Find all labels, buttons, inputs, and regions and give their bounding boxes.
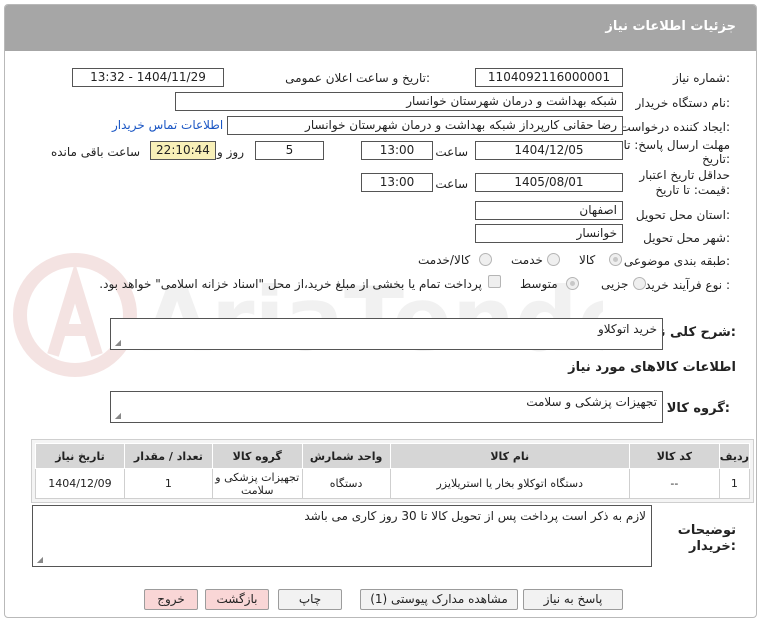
panel-header: جزئیات اطلاعات نیاز	[5, 5, 756, 51]
process-option-medium: متوسط	[520, 277, 558, 291]
view-attachments-button[interactable]: مشاهده مدارک پیوستی (1)	[360, 589, 518, 610]
goods-section-title: اطلاعات کالاهای مورد نیاز	[568, 360, 736, 375]
cell-group: تجهیزات پزشکی و سلامت	[211, 468, 303, 499]
deadline-date-field: 1404/12/05	[475, 141, 623, 160]
remaining-time-label: ساعت باقی مانده	[50, 145, 140, 159]
panel-title: جزئیات اطلاعات نیاز	[605, 19, 736, 34]
announce-datetime-field: 1404/11/29 - 13:32	[72, 68, 224, 87]
validity-label-line1: حداقل تاریخ اعتبار	[639, 168, 730, 182]
treasury-payment-checkbox[interactable]	[488, 275, 501, 288]
requester-field: رضا حقانی کارپرداز شبکه بهداشت و درمان ش…	[227, 116, 623, 135]
announce-label: تاریخ و ساعت اعلان عمومی:	[285, 71, 430, 85]
exit-button[interactable]: خروج	[144, 589, 198, 610]
province-field: اصفهان	[475, 201, 623, 220]
col-quantity: تعداد / مقدار	[123, 443, 213, 469]
print-button[interactable]: چاپ	[278, 589, 342, 610]
table-header-row: ردیف کد کالا نام کالا واحد شمارش گروه کا…	[35, 443, 751, 469]
buyer-notes-text: لازم به ذکر است پرداخت پس از تحویل کالا …	[304, 509, 646, 523]
resize-grip-icon[interactable]: ◢	[35, 556, 43, 564]
goods-group-text: تجهیزات پزشکی و سلامت	[526, 395, 657, 409]
category-radio-goods-service[interactable]	[479, 253, 492, 266]
treasury-payment-note: پرداخت تمام یا بخشی از مبلغ خرید،از محل …	[99, 277, 482, 291]
need-number-field: 1104092116000001	[475, 68, 623, 87]
process-option-minor: جزیی	[601, 277, 629, 291]
requester-label: ایجاد کننده درخواست:	[619, 120, 730, 134]
deadline-label-line2: تاریخ:	[702, 152, 730, 166]
deadline-days-label: روز و	[217, 145, 244, 159]
buyer-org-label: نام دستگاه خریدار:	[635, 96, 731, 110]
table-row: 1 -- دستگاه اتوکلاو بخار یا استریلایزر د…	[35, 468, 751, 499]
cell-need-date: 1404/12/09	[35, 468, 125, 499]
city-field: خوانسار	[475, 224, 623, 243]
validity-date-field: 1405/08/01	[475, 173, 623, 192]
category-option-service: خدمت	[511, 253, 543, 267]
buyer-notes-textarea: لازم به ذکر است پرداخت پس از تحویل کالا …	[32, 505, 652, 567]
col-need-date: تاریخ نیاز	[35, 443, 125, 469]
col-group: گروه کالا	[211, 443, 303, 469]
buyer-org-field: شبکه بهداشت و درمان شهرستان خوانسار	[175, 92, 623, 111]
category-radio-goods[interactable]	[609, 253, 622, 266]
cell-row: 1	[718, 468, 751, 499]
need-number-label: شماره نیاز:	[672, 71, 730, 85]
reply-button[interactable]: پاسخ به نیاز	[523, 589, 623, 610]
cell-code: --	[628, 468, 720, 499]
deadline-time-field: 13:00	[361, 141, 433, 160]
province-label: استان محل تحویل:	[635, 208, 730, 222]
category-option-goods: کالا	[579, 253, 596, 267]
items-table: ردیف کد کالا نام کالا واحد شمارش گروه کا…	[35, 443, 751, 499]
col-unit: واحد شمارش	[301, 443, 391, 469]
validity-label-line2: قیمت: تا تاریخ:	[655, 183, 730, 197]
buyer-contact-link[interactable]: اطلاعات تماس خریدار	[112, 118, 223, 132]
validity-time-field: 13:00	[361, 173, 433, 192]
cell-quantity: 1	[123, 468, 213, 499]
validity-time-label: ساعت	[435, 177, 468, 191]
need-details-panel: جزئیات اطلاعات نیاز AriaTender.net شماره…	[4, 4, 757, 618]
goods-group-label: گروه کالا:	[666, 401, 730, 416]
col-name: نام کالا	[389, 443, 630, 469]
summary-textarea: خرید اتوکلاو ◢	[110, 318, 663, 350]
category-radio-service[interactable]	[547, 253, 560, 266]
category-option-goods-service: کالا/خدمت	[418, 253, 471, 267]
col-row: ردیف	[718, 443, 751, 469]
goods-group-textarea: تجهیزات پزشکی و سلامت ◢	[110, 391, 663, 423]
back-button[interactable]: بازگشت	[205, 589, 269, 610]
buyer-notes-label-line1: توضیحات	[677, 523, 736, 538]
deadline-label-line1: مهلت ارسال پاسخ: تا	[623, 138, 730, 152]
deadline-days-field: 5	[255, 141, 324, 160]
resize-grip-icon[interactable]: ◢	[113, 412, 121, 420]
cell-unit: دستگاه	[301, 468, 391, 499]
remaining-time-field: 22:10:44	[150, 141, 216, 160]
process-radio-medium[interactable]	[566, 277, 579, 290]
col-code: کد کالا	[628, 443, 720, 469]
buyer-notes-label-line2: خریدار:	[689, 539, 736, 554]
summary-text: خرید اتوکلاو	[597, 322, 657, 336]
city-label: شهر محل تحویل:	[643, 231, 730, 245]
resize-grip-icon[interactable]: ◢	[113, 339, 121, 347]
process-radio-minor[interactable]	[633, 277, 646, 290]
cell-name: دستگاه اتوکلاو بخار یا استریلایزر	[389, 468, 630, 499]
process-label: نوع فرآیند خرید :	[645, 278, 730, 292]
deadline-time-label: ساعت	[435, 145, 468, 159]
category-label: طبقه بندی موضوعی:	[623, 254, 730, 268]
